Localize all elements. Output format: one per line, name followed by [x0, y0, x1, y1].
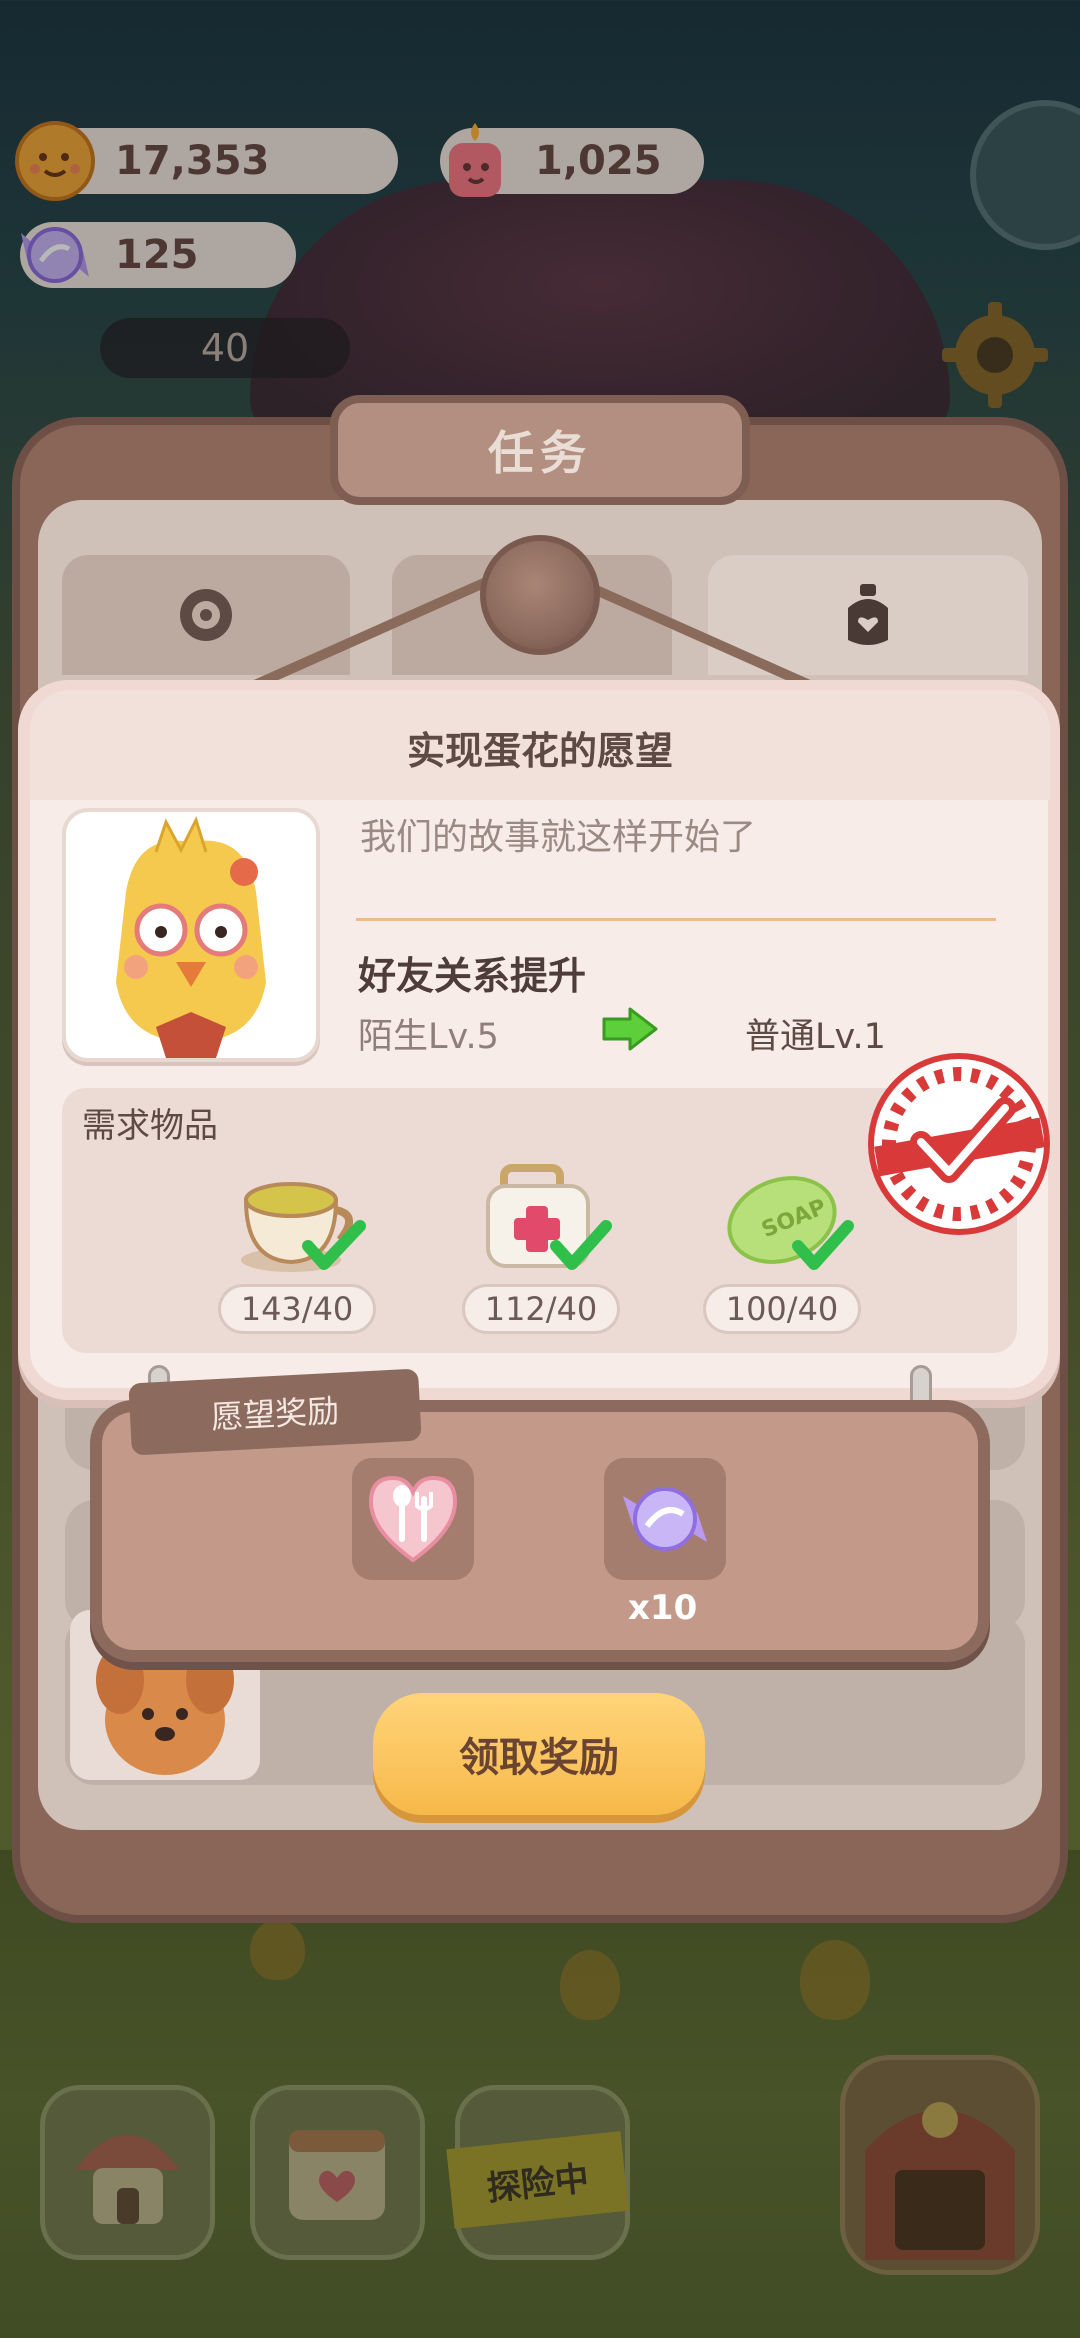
nav-theater-button[interactable] [840, 2055, 1040, 2275]
relationship-title: 好友关系提升 [358, 954, 587, 998]
wish-reward-label-text: 愿望奖励 [210, 1391, 341, 1437]
calendar-icon [289, 2130, 385, 2220]
wish-reward-label: 愿望奖励 [128, 1368, 422, 1456]
tea-cup-icon[interactable] [236, 1160, 366, 1280]
completed-stamp-icon [868, 1053, 1050, 1235]
explore-status-text: 探险中 [485, 2158, 591, 2209]
relationship-from-level: 陌生Lv.5 [358, 1017, 499, 1057]
mushroom-house-icon [75, 2135, 180, 2224]
item-count-tea: 143/40 [218, 1284, 376, 1334]
required-items-label: 需求物品 [82, 1106, 218, 1146]
candy-icon [623, 1487, 707, 1551]
task-panel-title: 任务 [330, 395, 750, 505]
bottle-heart-icon [848, 584, 888, 645]
item-count-soap: 100/40 [703, 1284, 861, 1334]
divider [356, 918, 996, 921]
task-title-text: 任务 [488, 426, 592, 480]
rosette-icon [180, 589, 232, 641]
character-portrait [62, 808, 320, 1062]
nav-calendar-button[interactable] [250, 2085, 425, 2260]
nav-hotel-button[interactable] [40, 2085, 215, 2260]
theater-icon [865, 2102, 1015, 2260]
arrow-right-icon [602, 1007, 658, 1051]
wish-subtitle: 我们的故事就这样开始了 [360, 817, 757, 858]
hanger-knob [480, 535, 600, 655]
reward-item[interactable] [604, 1458, 726, 1580]
claim-reward-button[interactable]: 领取奖励 [373, 1693, 705, 1815]
reward-quantity: x10 [628, 1588, 698, 1628]
reward-item[interactable] [352, 1458, 474, 1580]
heart-utensils-icon [368, 1475, 458, 1563]
item-count-first-aid: 112/40 [462, 1284, 620, 1334]
first-aid-kit-icon[interactable] [482, 1160, 612, 1280]
wish-title: 实现蛋花的愿望 [406, 729, 673, 773]
soap-icon[interactable]: SOAP [724, 1160, 854, 1280]
